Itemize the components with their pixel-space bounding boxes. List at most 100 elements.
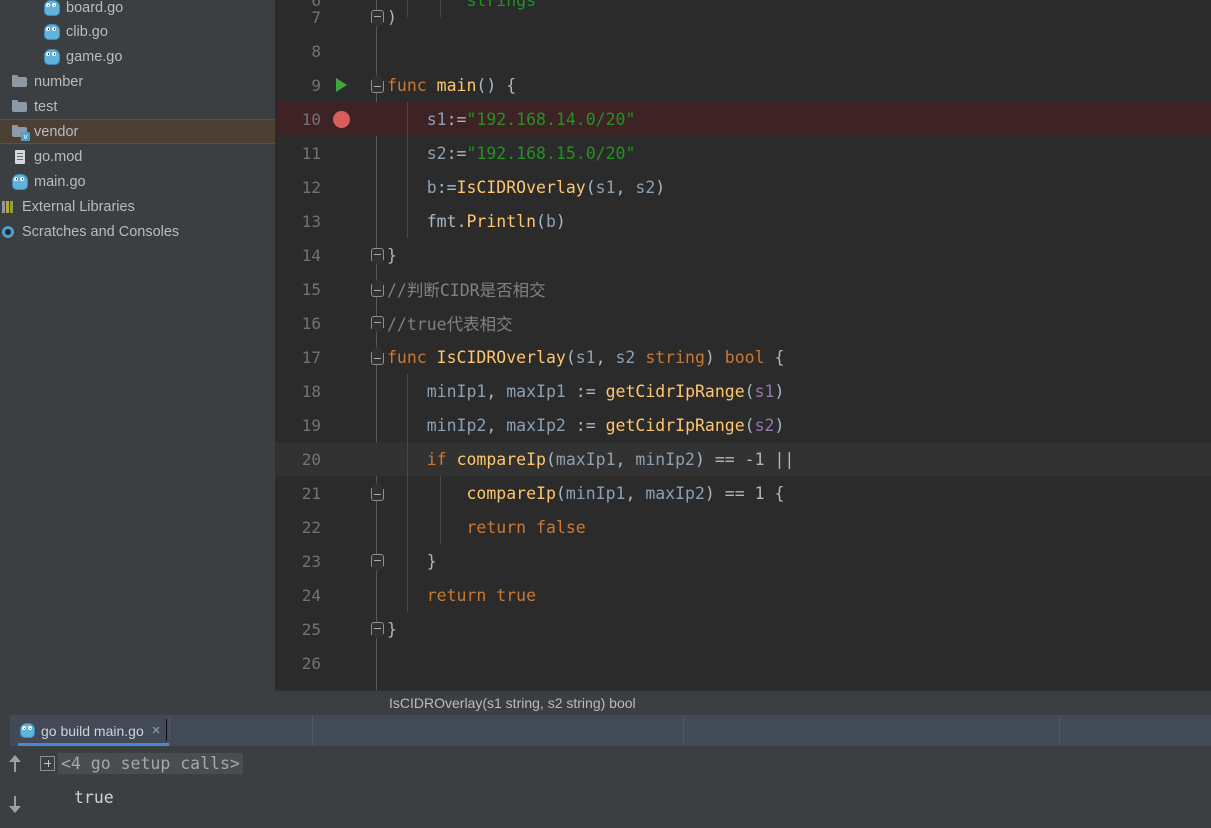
code-line-17[interactable]: 17 func IsCIDROverlay(s1, s2 string) bool…	[275, 340, 1211, 374]
code-token: s1	[595, 177, 616, 197]
code-line-21[interactable]: 21 compareIp(minIp1, maxIp2) == 1 {	[275, 476, 1211, 510]
run-tab-strip[interactable]: go build main.go ×	[0, 715, 1211, 746]
code-token: bool	[724, 347, 765, 367]
code-line-7[interactable]: 7)	[275, 0, 1211, 34]
console-folded-label: <4 go setup calls>	[58, 752, 243, 774]
play-triangle-icon	[335, 78, 347, 92]
code-token: ,	[615, 177, 636, 197]
tree-item-main-go[interactable]: main.go	[0, 169, 275, 194]
breadcrumb-label: IsCIDROverlay(s1 string, s2 string) bool	[389, 695, 636, 711]
tree-item-number[interactable]: number	[0, 69, 275, 94]
code-token: :=	[565, 381, 606, 401]
console-output-row[interactable]: true	[30, 780, 1211, 814]
code-line-14[interactable]: 14}	[275, 238, 1211, 272]
code-token: IsCIDROverlay	[436, 347, 566, 367]
code-line-19[interactable]: 19 minIp2, maxIp2 := getCidrIpRange(s2)	[275, 408, 1211, 442]
code-token: getCidrIpRange	[605, 381, 745, 401]
tree-item-label: External Libraries	[22, 198, 135, 215]
code-token: (	[744, 415, 755, 435]
scroll-up-button[interactable]	[6, 752, 24, 776]
go-file-icon	[44, 23, 60, 40]
code-text: s2:= "192.168.15.0/20"	[387, 136, 636, 170]
close-icon[interactable]: ×	[152, 723, 161, 738]
line-number: 15	[301, 279, 321, 299]
plus-box-icon[interactable]	[40, 755, 55, 771]
code-token: s1	[575, 347, 596, 367]
code-token: (	[585, 177, 596, 197]
code-line-22[interactable]: 22 return false	[275, 510, 1211, 544]
code-token: func	[387, 75, 437, 95]
code-line-9[interactable]: 9 func main() {	[275, 68, 1211, 102]
line-number: 24	[301, 585, 321, 605]
code-token: :=	[446, 143, 467, 163]
line-number: 19	[301, 415, 321, 435]
run-tab-go-build[interactable]: go build main.go ×	[10, 715, 169, 746]
fold-toggle[interactable]	[367, 476, 387, 510]
code-token: minIp1	[426, 381, 487, 401]
fold-toggle[interactable]	[367, 306, 387, 340]
code-line-18[interactable]: 18 minIp1, maxIp1 := getCidrIpRange(s1)	[275, 374, 1211, 408]
code-line-13[interactable]: 13 fmt. Println(b)	[275, 204, 1211, 238]
scroll-down-button[interactable]	[6, 792, 24, 816]
code-line-25[interactable]: 25}	[275, 612, 1211, 646]
run-console-output[interactable]: <4 go setup calls> true	[30, 746, 1211, 828]
code-text: return true	[387, 578, 536, 612]
tab-strip-segment	[683, 715, 1059, 746]
code-token: ) == -	[695, 449, 755, 469]
run-gutter-icon[interactable]	[327, 68, 355, 102]
code-line-20[interactable]: 20 if compareIp(maxIp1, minIp2) == -1 ||	[275, 442, 1211, 476]
tree-item-board-go[interactable]: board.go	[0, 0, 275, 19]
fold-toggle[interactable]	[367, 272, 387, 306]
fold-toggle[interactable]	[367, 68, 387, 102]
tree-item-clib-go[interactable]: clib.go	[0, 19, 275, 44]
code-line-12[interactable]: 12 b:= IsCIDROverlay(s1, s2)	[275, 170, 1211, 204]
code-line-24[interactable]: 24 return true	[275, 578, 1211, 612]
console-folded-row[interactable]: <4 go setup calls>	[30, 746, 1211, 780]
fold-toggle[interactable]	[367, 612, 387, 646]
tree-item-external-libraries[interactable]: External Libraries	[0, 194, 275, 219]
code-line-16[interactable]: 16 //true代表相交	[275, 306, 1211, 340]
line-number: 13	[301, 211, 321, 231]
code-line-26[interactable]: 26	[275, 646, 1211, 680]
code-token: b	[426, 177, 437, 197]
go-run-icon	[20, 723, 35, 738]
code-line-11[interactable]: 11 s2:= "192.168.15.0/20"	[275, 136, 1211, 170]
fold-up-icon	[370, 553, 384, 567]
code-line-15[interactable]: 15 //判断CIDR是否相交	[275, 272, 1211, 306]
tree-item-scratches-and-consoles[interactable]: Scratches and Consoles	[0, 219, 275, 244]
code-line-10[interactable]: 10 s1:= "192.168.14.0/20"	[275, 102, 1211, 136]
code-line-8[interactable]: 8	[275, 34, 1211, 68]
code-editor[interactable]: 6 strings 7) 8 9 func main() {10 s1:= "192.16…	[275, 0, 1211, 690]
tab-strip-segment	[169, 715, 312, 746]
code-token: "192.168.15.0/20"	[466, 143, 636, 163]
fold-toggle[interactable]	[367, 340, 387, 374]
project-tree-panel[interactable]: board.go clib.go game.go number test v vendor g…	[0, 0, 275, 715]
code-text: s1:= "192.168.14.0/20"	[387, 102, 636, 136]
fold-toggle[interactable]	[367, 544, 387, 578]
code-token: true	[496, 585, 537, 605]
code-text: //判断CIDR是否相交	[387, 272, 546, 306]
line-number: 12	[301, 177, 321, 197]
code-token: minIp2	[635, 449, 695, 469]
tree-item-go-mod[interactable]: go.mod	[0, 144, 275, 169]
code-token: )	[774, 381, 785, 401]
tree-item-vendor[interactable]: v vendor	[0, 119, 275, 144]
breakpoint-icon[interactable]	[327, 102, 355, 136]
fold-toggle[interactable]	[367, 238, 387, 272]
console-output-text: true	[74, 787, 114, 807]
folder-vendor-icon: v	[12, 124, 30, 141]
code-token: ,	[486, 415, 507, 435]
fold-toggle[interactable]	[367, 0, 387, 34]
tree-item-test[interactable]: test	[0, 94, 275, 119]
tree-item-game-go[interactable]: game.go	[0, 44, 275, 69]
code-token: compareIp	[466, 483, 556, 503]
code-token: )	[555, 211, 566, 231]
code-line-23[interactable]: 23 }	[275, 544, 1211, 578]
code-token: ) ==	[704, 483, 755, 503]
code-token: )	[774, 415, 785, 435]
code-token: 1	[754, 483, 765, 503]
go-file-icon	[12, 173, 28, 190]
run-panel-toolbar[interactable]	[0, 746, 30, 828]
code-token: s1	[754, 381, 775, 401]
